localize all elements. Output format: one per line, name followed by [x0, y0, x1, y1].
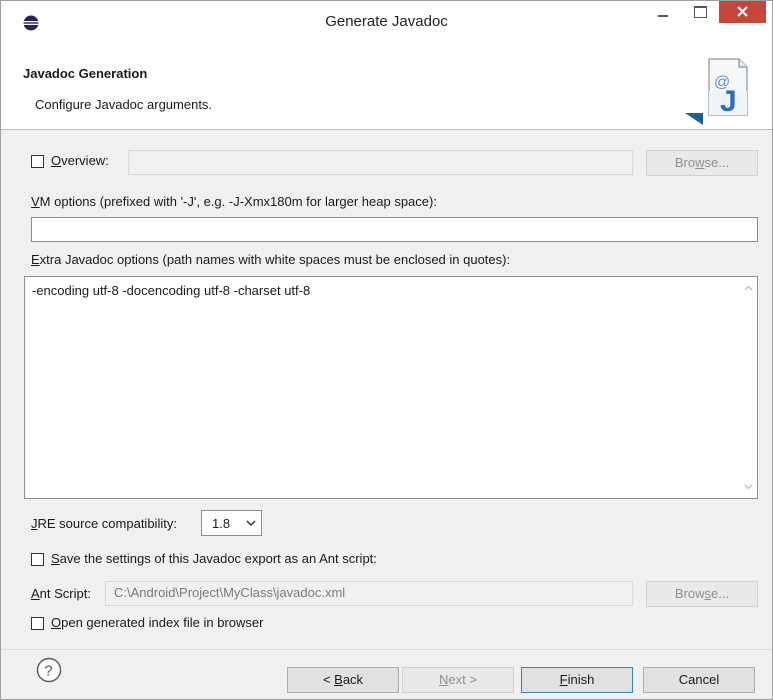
help-button[interactable]: ? — [36, 657, 62, 683]
open-index-checkbox[interactable] — [31, 617, 44, 630]
jre-compatibility-label: JRE source compatibility: — [31, 516, 177, 531]
help-icon: ? — [36, 657, 62, 683]
svg-text:?: ? — [44, 663, 52, 680]
minimize-button[interactable] — [645, 1, 681, 25]
overview-path-field[interactable] — [128, 150, 633, 175]
back-button[interactable]: < Back — [287, 667, 399, 693]
close-button[interactable] — [719, 1, 766, 23]
maximize-button[interactable] — [682, 1, 718, 25]
finish-button[interactable]: Finish — [521, 667, 633, 693]
scroll-up-icon[interactable] — [744, 284, 753, 293]
jre-selected-value: 1.8 — [212, 516, 231, 531]
banner-subtitle: Configure Javadoc arguments. — [35, 97, 213, 112]
header-banner: Javadoc Generation Configure Javadoc arg… — [1, 45, 772, 130]
overview-browse-button[interactable]: Browse... — [646, 150, 758, 176]
save-ant-script-checkbox[interactable] — [31, 553, 44, 566]
vm-options-input[interactable] — [31, 217, 758, 242]
next-button[interactable]: Next > — [402, 667, 514, 693]
generate-javadoc-dialog: Generate Javadoc Javadoc Generation Conf… — [0, 0, 773, 700]
title-bar[interactable]: Generate Javadoc — [1, 1, 772, 45]
vm-options-label: VM options (prefixed with '-J', e.g. -J-… — [31, 194, 437, 209]
scroll-down-icon[interactable] — [744, 482, 753, 491]
vertical-scrollbar[interactable] — [740, 277, 757, 498]
footer-divider — [1, 649, 772, 650]
ant-script-label: Ant Script: — [31, 586, 91, 601]
ant-script-path-field[interactable]: C:\Android\Project\MyClass\javadoc.xml — [105, 581, 633, 606]
extra-options-textarea[interactable]: -encoding utf-8 -docencoding utf-8 -char… — [24, 276, 758, 499]
banner-title: Javadoc Generation — [23, 66, 148, 81]
cancel-button[interactable]: Cancel — [643, 667, 755, 693]
overview-label: Overview: — [51, 153, 109, 168]
ant-script-browse-button[interactable]: Browse... — [646, 581, 758, 607]
extra-options-value: -encoding utf-8 -docencoding utf-8 -char… — [32, 283, 311, 298]
extra-options-label: Extra Javadoc options (path names with w… — [31, 252, 511, 267]
chevron-down-icon — [246, 520, 256, 527]
javadoc-wizard-icon: @ J — [681, 51, 753, 127]
close-icon — [737, 6, 748, 17]
jre-compatibility-select[interactable]: 1.8 — [201, 510, 262, 536]
save-ant-script-label: Save the settings of this Javadoc export… — [51, 551, 377, 566]
open-index-label: Open generated index file in browser — [51, 615, 264, 630]
overview-checkbox[interactable] — [31, 155, 44, 168]
svg-text:J: J — [720, 85, 737, 118]
